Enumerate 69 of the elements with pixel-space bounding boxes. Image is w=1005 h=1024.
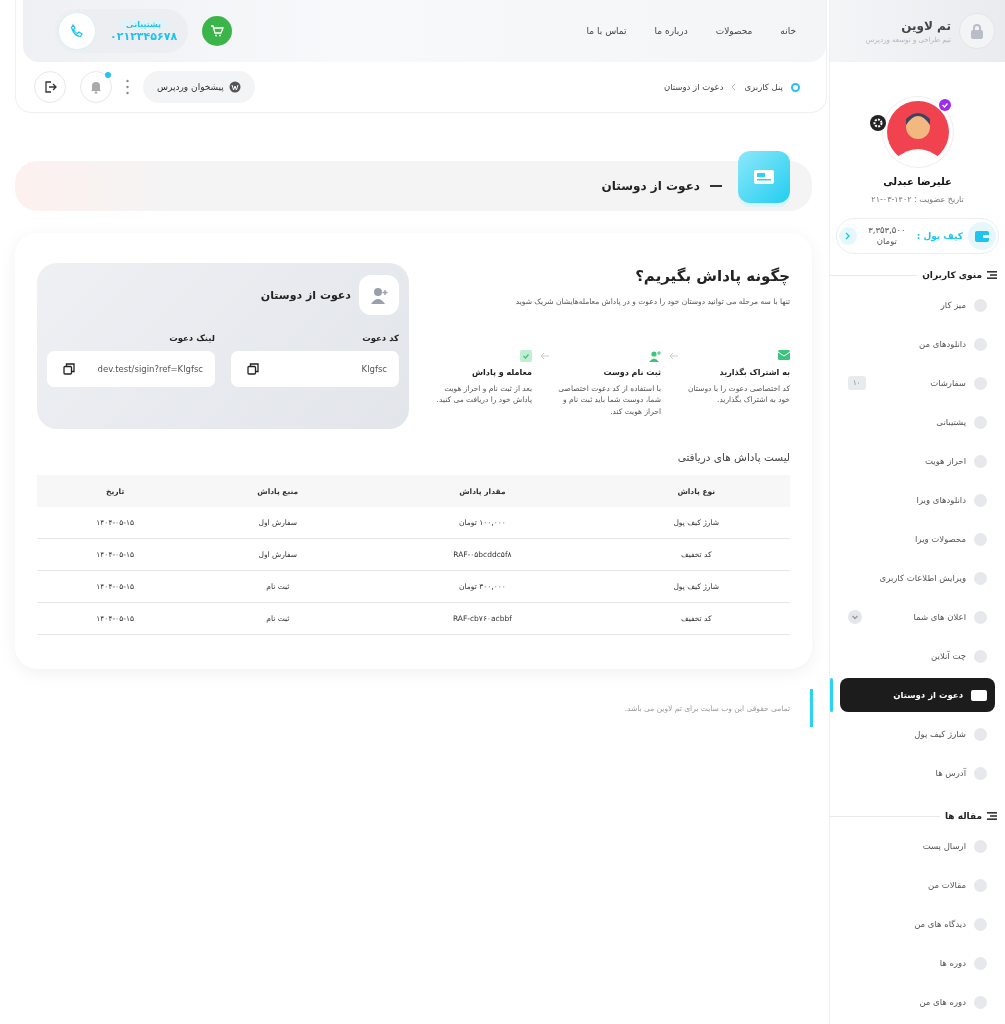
active-indicator [830, 678, 833, 712]
field-label: کد دعوت [361, 333, 399, 343]
step-title: معامله و پاداش [471, 368, 532, 377]
cart-icon [210, 25, 225, 37]
bell-icon [89, 80, 103, 94]
invite-field[interactable]: Klgfsc [231, 351, 399, 387]
menu-item[interactable]: شارژ کیف پول [840, 717, 995, 751]
membership-date: تاریخ عضویت : ۱۴۰۲-۰۳-۲۱ [871, 195, 964, 204]
step-title: ثبت نام دوست [602, 368, 661, 377]
table-title: لیست پاداش های دریافتی [676, 451, 790, 463]
phone-icon [58, 12, 96, 50]
nav-link[interactable]: درباره ما [654, 26, 688, 36]
user-name: علیرضا عبدلی [883, 176, 952, 187]
menu-item[interactable]: دیدگاه های من [840, 907, 995, 941]
arrow-icon [669, 350, 679, 360]
cart-button[interactable] [202, 16, 233, 46]
chevron-icon [731, 83, 737, 91]
wallet-icon [968, 222, 996, 250]
logo-icon [228, 81, 241, 93]
wallet-label: کیف پول : [916, 231, 963, 241]
menu-item[interactable]: دانلودهای ویرا [840, 483, 995, 517]
menu-item[interactable]: دوره های من [840, 985, 995, 1019]
logout-icon [43, 80, 57, 94]
accent-bar [810, 689, 813, 727]
breadcrumb-link[interactable]: دعوت از دوستان [663, 82, 724, 92]
invite-title: دعوت از دوستان [260, 288, 351, 302]
dashboard-button[interactable]: پیشخوان وردپرس [143, 71, 255, 103]
menu-heading: مقاله ها [944, 811, 982, 821]
step-icon [520, 350, 532, 362]
menu-heading: منوی کاربران [922, 270, 982, 280]
menu-item[interactable]: ارسال پست [840, 829, 995, 863]
menu-item[interactable]: ویرایش اطلاعات کاربری [840, 561, 995, 595]
avatar [886, 101, 949, 163]
nav-link[interactable]: محصولات [715, 26, 753, 36]
add-user-icon [359, 275, 399, 315]
section-title: چگونه پاداش بگیریم؟ [634, 267, 790, 285]
copy-icon[interactable] [247, 363, 259, 375]
chevron-icon [845, 232, 851, 240]
step-title: به اشتراک بگذارید [718, 368, 790, 377]
menu-item[interactable]: دوره ها [840, 946, 995, 980]
ring-icon [791, 82, 800, 92]
step-icon [778, 350, 790, 362]
menu-item[interactable]: اعلان های شما [840, 600, 995, 634]
settings-icon[interactable] [869, 115, 886, 131]
list-icon [987, 811, 997, 821]
menu-item[interactable]: احراز هویت [840, 444, 995, 478]
list-icon [987, 270, 997, 280]
menu-item[interactable]: چت آنلاین [840, 639, 995, 673]
breadcrumb-link[interactable]: پنل کاربری [744, 82, 783, 92]
menu-item[interactable]: آدرس ها [840, 756, 995, 790]
menu-item[interactable]: محصولات ویرا [840, 522, 995, 556]
field-label: لینک دعوت [168, 333, 215, 343]
menu-item[interactable]: دانلودهای من [840, 327, 995, 361]
nav-link[interactable]: خانه [780, 26, 796, 36]
menu-item[interactable]: مقالات من [840, 868, 995, 902]
arrow-icon [540, 350, 550, 360]
menu-item[interactable]: پشتیبانی [840, 405, 995, 439]
chevron-down-icon[interactable] [848, 610, 862, 624]
step-icon [649, 350, 661, 362]
more-icon[interactable] [126, 79, 129, 95]
copy-icon[interactable] [63, 363, 75, 375]
nav-link[interactable]: تماس با ما [586, 26, 627, 36]
menu-item[interactable]: میز کار [840, 288, 995, 322]
wallet-unit: تومان [876, 236, 897, 248]
page-title: دعوت از دوستان [601, 179, 700, 193]
lock-icon [959, 13, 995, 49]
invite-field[interactable]: dev.test/sigin?ref=Klgfsc [47, 351, 215, 387]
wallet-amount: ۳,۳۵۳,۵۰۰ [868, 224, 906, 236]
brand-name: تم لاوین [900, 18, 951, 33]
